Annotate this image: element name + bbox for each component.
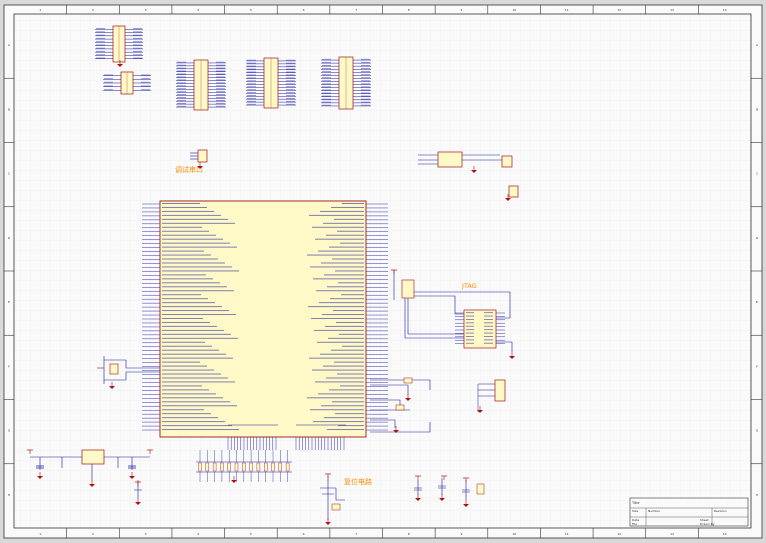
tb-number: Number — [648, 509, 661, 513]
led-resistor — [198, 462, 202, 472]
border-col-label: 2 — [92, 8, 94, 12]
border-col-label: 12 — [617, 532, 621, 536]
border-row-label: E — [756, 300, 758, 304]
border-col-label: 14 — [723, 532, 727, 536]
led-resistor — [285, 462, 290, 472]
led-resistor — [256, 462, 261, 472]
led-resistor — [249, 462, 253, 472]
jtag-label: JTAG — [461, 282, 477, 290]
border-col-label: 9 — [461, 8, 463, 12]
border-row-label: B — [756, 107, 758, 111]
border-col-label: 10 — [512, 532, 516, 536]
border-col-label: 5 — [250, 8, 252, 12]
border-col-label: 14 — [723, 8, 727, 12]
border-col-label: 11 — [565, 8, 569, 12]
led-resistor — [278, 462, 282, 472]
border-row-label: C — [756, 172, 758, 176]
border-row-label: H — [8, 493, 10, 497]
border-col-label: 6 — [303, 8, 305, 12]
tb-file: File — [632, 522, 637, 526]
border-col-label: 10 — [512, 8, 516, 12]
border-col-label: 13 — [670, 532, 674, 536]
border-col-label: 7 — [355, 532, 357, 536]
led-resistor — [264, 462, 268, 472]
border-col-label: 11 — [565, 532, 569, 536]
schematic-sheet: 11223344556677889910101111121213131414A A… — [3, 4, 763, 539]
border-col-label: 9 — [461, 532, 463, 536]
border-col-label: 3 — [145, 532, 147, 536]
border-row-label: E — [8, 300, 10, 304]
border-col-label: 8 — [408, 532, 410, 536]
border-row-label: C — [8, 172, 10, 176]
tb-size: Size — [632, 509, 638, 513]
reset-circuit-label: 复位电路 — [344, 477, 372, 486]
border-col-label: 6 — [303, 532, 305, 536]
border-col-label: 2 — [92, 532, 94, 536]
border-col-label: 1 — [39, 532, 41, 536]
border-col-label: 5 — [250, 532, 252, 536]
border-col-label: 4 — [197, 8, 199, 12]
led-resistor — [234, 462, 239, 472]
title-block: Title Size Number Revision Date File She… — [629, 497, 749, 527]
led-resistor — [220, 462, 224, 472]
mcu-chip[interactable] — [142, 200, 388, 450]
tb-title: Title — [631, 501, 640, 505]
border-col-label: 13 — [670, 8, 674, 12]
border-col-label: 12 — [617, 8, 621, 12]
border-col-label: 4 — [197, 532, 199, 536]
led-resistor — [227, 462, 231, 472]
border-col-label: 7 — [355, 8, 357, 12]
border-row-label: F — [8, 364, 10, 368]
led-resistor — [205, 462, 210, 472]
led-resistor — [212, 462, 217, 472]
border-row-label: B — [8, 107, 10, 111]
border-col-label: 3 — [145, 8, 147, 12]
tb-drawn-by: Drawn By — [700, 522, 715, 526]
border-col-label: 8 — [408, 8, 410, 12]
led-resistor — [242, 462, 246, 472]
border-col-label: 1 — [39, 8, 41, 12]
tb-revision: Revision — [714, 509, 727, 513]
border-row-label: F — [756, 364, 758, 368]
led-resistor — [271, 462, 275, 472]
border-row-label: H — [756, 493, 758, 497]
